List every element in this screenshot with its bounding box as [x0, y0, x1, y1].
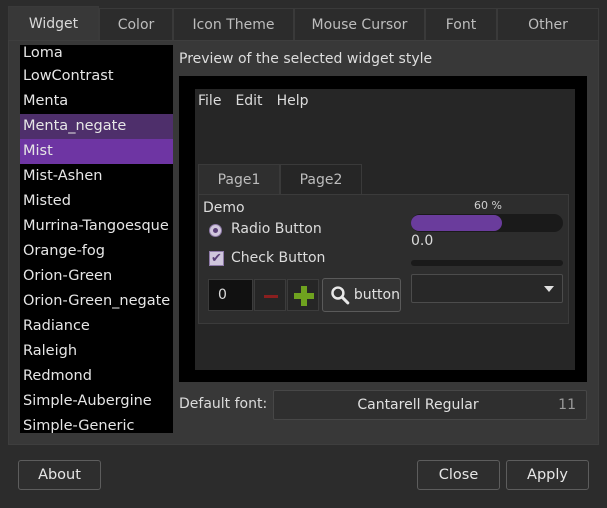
spin-decrement-button[interactable] [254, 279, 286, 311]
combo-box[interactable] [411, 274, 563, 303]
search-icon [331, 286, 350, 305]
spin-increment-button[interactable] [287, 279, 319, 311]
tab-bar: Widget Color Icon Theme Mouse Cursor Fon… [8, 6, 599, 40]
menu-file[interactable]: File [198, 93, 221, 113]
radio-button-indicator[interactable] [209, 224, 222, 237]
search-button[interactable]: button [322, 278, 401, 312]
menu-edit[interactable]: Edit [235, 93, 262, 113]
default-font-label: Default font: [179, 396, 268, 412]
list-item[interactable]: Orion-Green_negate [20, 289, 173, 314]
list-item[interactable]: Redmond [20, 364, 173, 389]
notebook-tab-page2[interactable]: Page2 [280, 164, 362, 194]
list-item-selected[interactable]: Mist [20, 139, 173, 164]
font-name: Cantarell Regular [357, 397, 479, 413]
list-item[interactable]: Menta [20, 89, 173, 114]
list-item[interactable]: Orange-fog [20, 239, 173, 264]
check-button-indicator[interactable]: ✔ [209, 251, 224, 266]
tab-mouse-cursor[interactable]: Mouse Cursor [294, 8, 425, 40]
apply-button[interactable]: Apply [506, 460, 589, 490]
scale-value: 0.0 [411, 233, 434, 249]
list-item[interactable]: LowContrast [20, 64, 173, 89]
list-item[interactable]: Radiance [20, 314, 173, 339]
scale-slider[interactable] [411, 260, 563, 266]
close-button[interactable]: Close [417, 460, 500, 490]
plus-icon-vertical [301, 286, 307, 306]
preview-menubar: File Edit Help [198, 93, 308, 113]
search-button-label: button [353, 287, 400, 303]
tab-other[interactable]: Other [497, 8, 599, 40]
tab-color[interactable]: Color [99, 8, 173, 40]
tab-font[interactable]: Font [425, 8, 497, 40]
progress-bar-fill [411, 215, 502, 231]
tab-widget[interactable]: Widget [8, 6, 99, 40]
list-item[interactable]: Orion-Green [20, 264, 173, 289]
theme-list[interactable]: Loma LowContrast Menta Menta_negate Mist… [20, 45, 173, 433]
list-item[interactable]: Simple-Generic [20, 414, 173, 433]
about-button[interactable]: About [18, 460, 101, 490]
progress-label: 60 % [474, 199, 502, 212]
spin-button-entry[interactable]: 0 [208, 279, 253, 311]
demo-frame-label: Demo [203, 200, 245, 216]
list-item-hover[interactable]: Menta_negate [20, 114, 173, 139]
check-button-label[interactable]: Check Button [231, 250, 325, 266]
menu-help[interactable]: Help [277, 93, 309, 113]
list-item[interactable]: Misted [20, 189, 173, 214]
radio-button-label[interactable]: Radio Button [231, 221, 322, 237]
font-chooser-button[interactable]: Cantarell Regular 11 [273, 390, 587, 420]
list-item[interactable]: Simple-Aubergine [20, 389, 173, 414]
preview-title: Preview of the selected widget style [179, 51, 433, 67]
list-item[interactable]: Murrina-Tangoesque [20, 214, 173, 239]
tab-icon-theme[interactable]: Icon Theme [173, 8, 294, 40]
chevron-down-icon [544, 286, 554, 292]
notebook-tab-page1[interactable]: Page1 [198, 164, 280, 194]
minus-icon [264, 295, 278, 298]
list-item[interactable]: Loma [20, 45, 173, 64]
font-size: 11 [558, 397, 576, 413]
list-item[interactable]: Mist-Ashen [20, 164, 173, 189]
list-item[interactable]: Raleigh [20, 339, 173, 364]
